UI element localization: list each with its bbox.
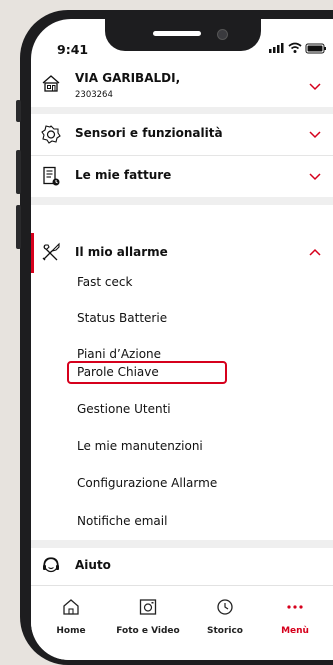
tab-home[interactable]: Home xyxy=(33,586,109,646)
status-time: 9:41 xyxy=(57,42,89,57)
invoice-icon xyxy=(43,166,60,186)
sensor-icon xyxy=(41,125,61,144)
submenu-item[interactable]: Fast ceck xyxy=(77,275,132,289)
menu-item-aiuto[interactable]: Aiuto xyxy=(31,549,333,581)
submenu-item[interactable]: Notifiche email xyxy=(77,514,167,528)
camera xyxy=(217,29,228,40)
section-separator xyxy=(31,197,333,205)
menu-item-label: Sensori e funzionalità xyxy=(75,126,223,140)
address-code: 2303264 xyxy=(75,90,113,100)
notch xyxy=(105,19,261,51)
tab-label: Foto e Video xyxy=(116,626,180,636)
bottom-tab-bar: Home Foto e Video Storico Menù xyxy=(31,585,333,660)
tab-label: Menù xyxy=(281,626,309,636)
submenu-item[interactable]: Status Batterie xyxy=(77,311,167,325)
headset-icon xyxy=(43,557,59,573)
submenu-item-parole-chiave[interactable]: Parole Chiave xyxy=(77,365,159,379)
phone-side-button xyxy=(16,205,21,249)
tab-menu[interactable]: Menù xyxy=(257,586,333,646)
tab-storico[interactable]: Storico xyxy=(187,586,263,646)
chevron-down-icon[interactable] xyxy=(307,169,323,185)
house-icon xyxy=(42,75,60,92)
section-separator xyxy=(31,107,333,114)
address-title: VIA GARIBALDI, xyxy=(75,71,181,85)
tab-label: Storico xyxy=(206,626,243,636)
menu-item-label: Le mie fatture xyxy=(75,168,172,182)
chevron-up-icon[interactable] xyxy=(307,245,323,261)
menu-item-label: Il mio allarme xyxy=(75,245,168,259)
tools-icon xyxy=(42,242,60,261)
chevron-down-icon[interactable] xyxy=(307,79,323,95)
phone-side-button xyxy=(16,100,21,122)
menu-item-label: Aiuto xyxy=(75,558,111,572)
submenu-item[interactable]: Piani d’Azione xyxy=(77,347,161,361)
screen: 9:41 VIA GARIBALDI, 2303264 Sensori e fu… xyxy=(31,19,333,660)
section-separator xyxy=(31,540,333,548)
photo-icon xyxy=(139,599,157,615)
tab-label: Home xyxy=(56,626,86,636)
menu-item-allarme[interactable]: Il mio allarme xyxy=(31,233,333,273)
phone-side-button xyxy=(16,150,21,194)
submenu-item[interactable]: Gestione Utenti xyxy=(77,402,171,416)
speaker xyxy=(153,31,201,36)
home-icon xyxy=(63,599,79,615)
menu-item-fatture[interactable]: Le mie fatture xyxy=(31,156,333,196)
menu-item-sensori[interactable]: Sensori e funzionalità xyxy=(31,114,333,154)
chevron-down-icon[interactable] xyxy=(307,127,323,143)
submenu-item[interactable]: Le mie manutenzioni xyxy=(77,439,203,453)
status-icons xyxy=(269,42,326,54)
address-row[interactable]: VIA GARIBALDI, 2303264 xyxy=(31,67,333,107)
more-dots-icon xyxy=(287,605,303,609)
clock-icon xyxy=(217,599,233,615)
submenu-item[interactable]: Configurazione Allarme xyxy=(77,476,217,490)
tab-foto-video[interactable]: Foto e Video xyxy=(110,586,186,646)
